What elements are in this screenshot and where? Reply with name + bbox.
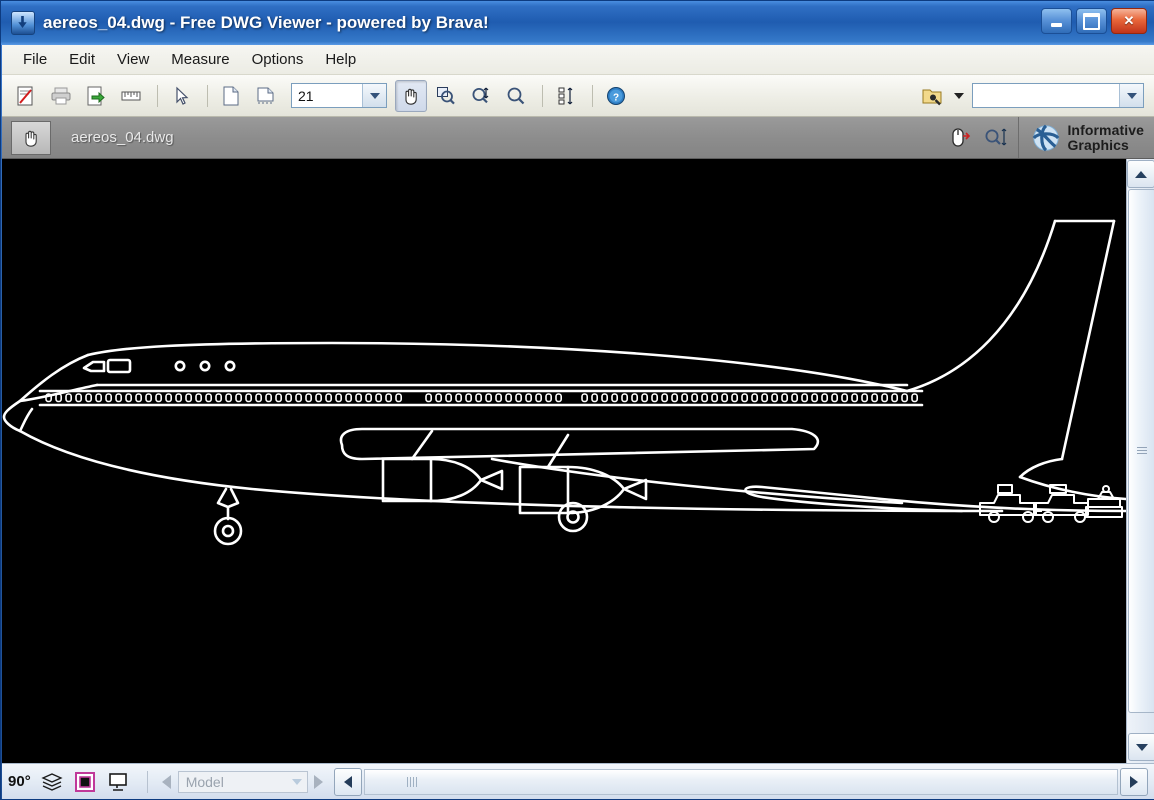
tabstrip-right-group: Informative Graphics <box>948 117 1154 158</box>
measure-icon[interactable] <box>115 80 147 112</box>
print-icon[interactable] <box>45 80 77 112</box>
layout-combo[interactable]: Model <box>178 771 308 793</box>
chevron-down-icon[interactable] <box>362 84 386 107</box>
page-number-combo[interactable]: 21 <box>291 83 387 108</box>
application-window: aereos_04.dwg - Free DWG Viewer - powere… <box>0 0 1154 800</box>
menu-bar: File Edit View Measure Options Help <box>2 45 1154 75</box>
menu-item-file[interactable]: File <box>12 47 58 72</box>
vertical-scrollbar[interactable] <box>1126 159 1154 763</box>
maximize-button[interactable] <box>1076 8 1107 34</box>
globe-icon <box>1031 123 1061 153</box>
window-controls: ✕ <box>1041 8 1147 34</box>
logo-line-2: Graphics <box>1067 138 1144 153</box>
zoom-icon[interactable] <box>500 80 532 112</box>
status-bar: 90° Model <box>2 763 1154 799</box>
toolbar-separator <box>592 85 593 107</box>
logo-text: Informative Graphics <box>1067 123 1144 152</box>
scroll-grip <box>1137 447 1147 455</box>
title-bar: aereos_04.dwg - Free DWG Viewer - powere… <box>1 1 1154 45</box>
mouse-wheel-zoom-icon <box>948 125 1008 151</box>
status-separator <box>147 771 148 793</box>
pan-hand-icon[interactable] <box>395 80 427 112</box>
toolbar-separator <box>157 85 158 107</box>
triangle-right-icon <box>314 775 323 789</box>
chevron-left-icon <box>344 776 352 788</box>
close-icon: ✕ <box>1112 9 1146 33</box>
menu-item-help[interactable]: Help <box>314 47 367 72</box>
minimize-icon <box>1042 9 1071 33</box>
toolbar-right-group <box>917 80 1154 112</box>
degree-symbol: ° <box>25 773 31 790</box>
menu-item-edit[interactable]: Edit <box>58 47 106 72</box>
window-title: aereos_04.dwg - Free DWG Viewer - powere… <box>43 13 489 33</box>
chevron-down-icon[interactable] <box>287 772 307 792</box>
menu-item-view[interactable]: View <box>106 47 160 72</box>
previous-layout-button[interactable] <box>156 770 178 794</box>
vertical-scroll-thumb[interactable] <box>1128 189 1154 713</box>
app-icon <box>11 11 35 35</box>
cad-canvas[interactable] <box>2 159 1126 763</box>
zoom-window-icon[interactable] <box>430 80 462 112</box>
search-combo[interactable] <box>972 83 1144 108</box>
select-arrow-icon[interactable] <box>165 80 197 112</box>
close-button[interactable]: ✕ <box>1111 8 1147 34</box>
scroll-down-button[interactable] <box>1128 733 1154 761</box>
chevron-down-icon[interactable] <box>954 93 964 99</box>
informative-graphics-logo: Informative Graphics <box>1018 117 1154 158</box>
folder-search-icon[interactable] <box>917 80 949 112</box>
rotation-indicator[interactable]: 90° <box>8 773 31 790</box>
pan-tool-button[interactable] <box>11 121 51 155</box>
background-color-icon[interactable] <box>73 771 97 793</box>
layers-list-icon[interactable] <box>550 80 582 112</box>
menu-item-measure[interactable]: Measure <box>160 47 240 72</box>
toolbar-separator <box>542 85 543 107</box>
scroll-up-button[interactable] <box>1127 160 1154 188</box>
chevron-right-icon <box>1130 776 1138 788</box>
export-icon[interactable] <box>80 80 112 112</box>
page-icon[interactable] <box>215 80 247 112</box>
rotation-value: 90 <box>8 773 25 790</box>
document-tab-strip: aereos_04.dwg <box>2 117 1154 159</box>
drawing-area <box>2 159 1154 763</box>
monitor-icon[interactable] <box>106 771 130 793</box>
minimize-button[interactable] <box>1041 8 1072 34</box>
scroll-right-button[interactable] <box>1120 768 1148 796</box>
maximize-icon <box>1077 9 1106 33</box>
layout-value: Model <box>179 774 287 790</box>
markup-icon[interactable] <box>10 80 42 112</box>
help-icon[interactable]: ? <box>600 80 632 112</box>
page-number-value[interactable]: 21 <box>292 88 362 104</box>
layers-icon[interactable] <box>40 771 64 793</box>
toolbar-separator <box>207 85 208 107</box>
page-fit-icon[interactable] <box>250 80 282 112</box>
triangle-left-icon <box>162 775 171 789</box>
next-layout-button[interactable] <box>308 770 330 794</box>
logo-line-1: Informative <box>1067 123 1144 138</box>
airplane-wireframe <box>2 159 1126 763</box>
scroll-grip <box>407 777 417 787</box>
svg-text:?: ? <box>613 92 619 103</box>
toolbar: 21 <box>2 75 1154 117</box>
active-document-tab[interactable]: aereos_04.dwg <box>71 129 174 146</box>
zoom-height-icon[interactable] <box>465 80 497 112</box>
menu-item-options[interactable]: Options <box>241 47 315 72</box>
scroll-left-button[interactable] <box>334 768 362 796</box>
horizontal-scroll-thumb[interactable] <box>364 769 1118 795</box>
chevron-down-icon[interactable] <box>1119 84 1143 107</box>
